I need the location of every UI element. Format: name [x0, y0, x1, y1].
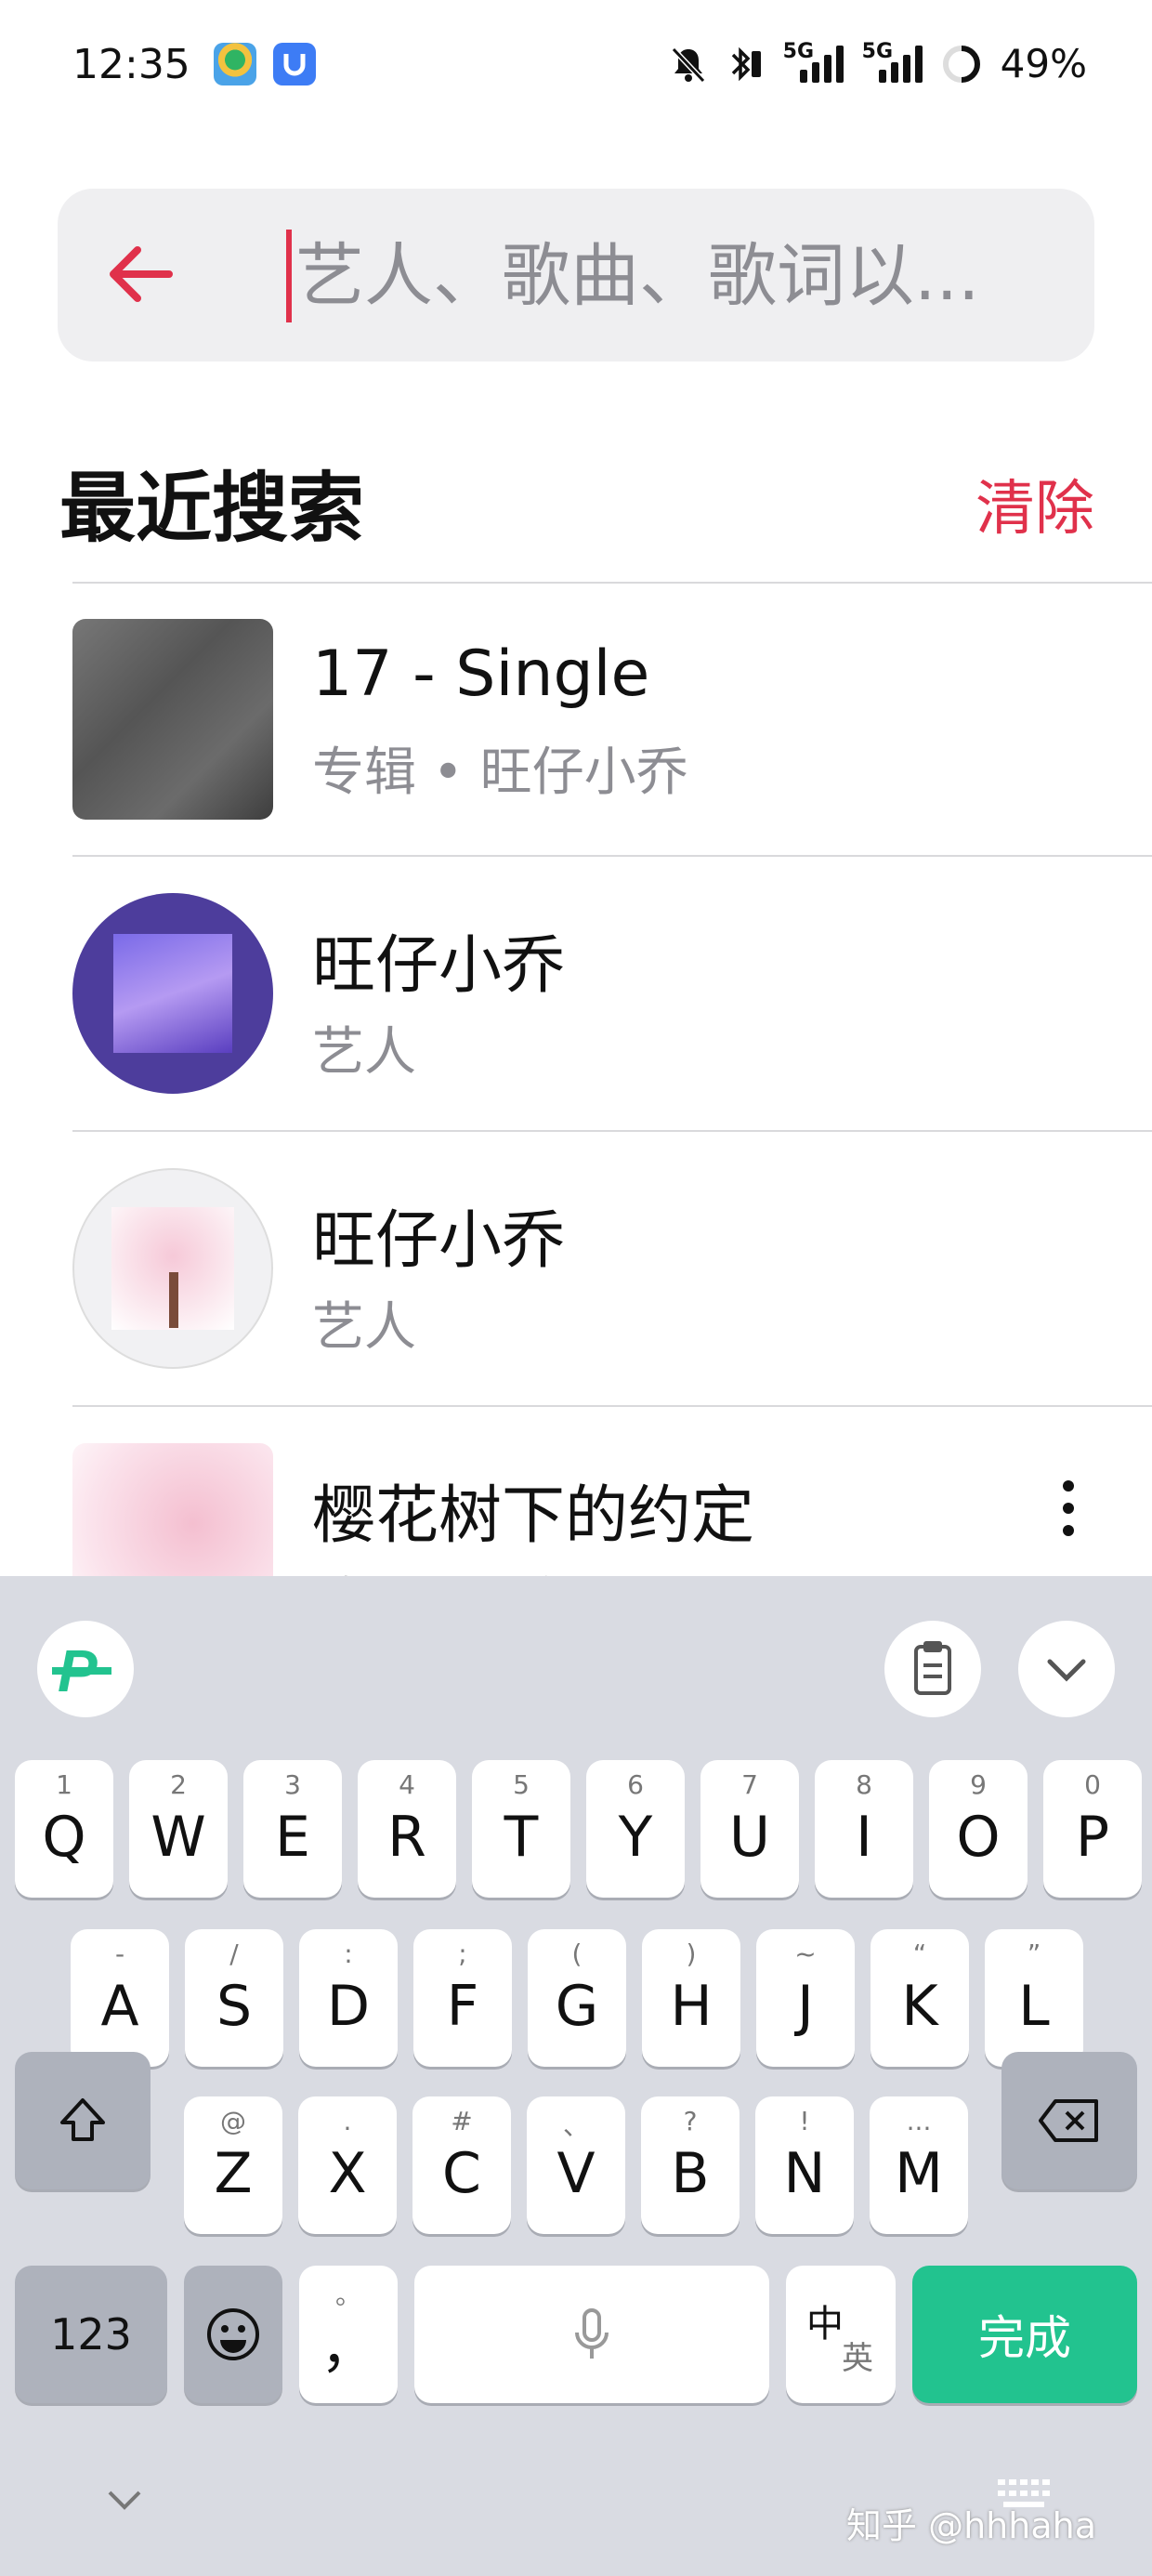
key-f[interactable]: ; F: [413, 1929, 512, 2067]
key-j[interactable]: ~ J: [756, 1929, 855, 2067]
recent-item-title: 旺仔小乔: [312, 929, 566, 1003]
key-l[interactable]: ” L: [985, 1929, 1083, 2067]
clipboard-icon[interactable]: [884, 1621, 981, 1717]
bluetooth-battery-icon: [731, 46, 761, 81]
mute-bell-icon: [671, 46, 705, 83]
ime-logo-icon[interactable]: P: [37, 1621, 134, 1717]
back-arrow-icon[interactable]: [104, 237, 178, 311]
microphone-icon: [575, 2308, 609, 2359]
key-w[interactable]: 2W: [129, 1760, 228, 1898]
key-g[interactable]: (G: [528, 1929, 626, 2067]
key-a[interactable]: -A: [71, 1929, 169, 2067]
key-k[interactable]: “K: [871, 1929, 969, 2067]
watermark: 知乎 @hhhaha: [846, 2505, 1096, 2546]
recent-item-subtitle: 艺人: [312, 1022, 416, 1083]
chevron-down-icon[interactable]: [104, 2485, 145, 2513]
key-o[interactable]: 9O: [929, 1760, 1028, 1898]
key-y[interactable]: 6Y: [586, 1760, 685, 1898]
numbers-key[interactable]: 123: [15, 2266, 167, 2403]
shift-key[interactable]: [15, 2052, 151, 2189]
space-key[interactable]: [414, 2266, 769, 2403]
key-s[interactable]: / S: [185, 1929, 283, 2067]
search-input-placeholder[interactable]: 艺人、歌曲、歌词以...: [295, 230, 980, 322]
emoji-key[interactable]: [184, 2266, 282, 2403]
key-m[interactable]: ... M: [870, 2096, 968, 2234]
key-i[interactable]: 8I: [815, 1760, 913, 1898]
key-u[interactable]: 7U: [700, 1760, 799, 1898]
key-d[interactable]: :D: [299, 1929, 398, 2067]
keyboard: P 1Q2W3E4R5T6Y7U8I9O0P - A / S: D; F(G) H ~ J “K”…: [0, 1576, 1152, 2576]
recent-item-subtitle: 艺人: [312, 1297, 416, 1358]
key-n[interactable]: ! N: [755, 2096, 854, 2234]
battery-percent: 49%: [1000, 41, 1087, 86]
recent-item-title: 17 - Single: [312, 637, 650, 711]
battery-ring-icon: [942, 45, 980, 83]
key-e[interactable]: 3E: [243, 1760, 342, 1898]
search-bar[interactable]: 艺人、歌曲、歌词以...: [58, 189, 1094, 361]
artist-avatar: [72, 893, 273, 1094]
done-button[interactable]: 完成: [912, 2266, 1137, 2403]
text-cursor: [286, 230, 292, 322]
recent-item-album[interactable]: 17 - Single 专辑 • 旺仔小乔: [0, 582, 1152, 856]
key-h[interactable]: ) H: [642, 1929, 740, 2067]
signal-5g-icon: 5G: [783, 40, 844, 83]
key-z[interactable]: @ Z: [184, 2096, 282, 2234]
recent-item-artist[interactable]: 旺仔小乔 艺人: [0, 856, 1152, 1130]
key-x[interactable]: .X: [298, 2096, 397, 2234]
shield-app-icon: [273, 43, 316, 85]
backspace-key[interactable]: [1001, 2052, 1137, 2189]
clear-button[interactable]: 清除: [975, 461, 1094, 546]
key-c[interactable]: # C: [412, 2096, 511, 2234]
key-t[interactable]: 5T: [472, 1760, 570, 1898]
album-artwork: [72, 619, 273, 820]
key-b[interactable]: ? B: [641, 2096, 740, 2234]
language-switch-key[interactable]: 中 英: [786, 2266, 896, 2403]
status-time: 12:35: [72, 41, 190, 88]
recent-searches-title: 最近搜索: [59, 465, 365, 553]
status-bar: 12:35 5G 5G 49%: [0, 0, 1152, 139]
key-r[interactable]: 4R: [358, 1760, 456, 1898]
app-notification-icon: [214, 43, 256, 85]
key-q[interactable]: 1Q: [15, 1760, 113, 1898]
recent-item-title: 旺仔小乔: [312, 1204, 566, 1278]
recent-item-title: 樱花树下的约定: [312, 1479, 755, 1553]
comma-key[interactable]: 。 ，: [299, 2266, 398, 2403]
key-p[interactable]: 0P: [1043, 1760, 1142, 1898]
key-v[interactable]: 、 V: [527, 2096, 625, 2234]
artist-avatar: [72, 1168, 273, 1369]
more-options-icon[interactable]: [1050, 1480, 1087, 1555]
recent-item-artist-2[interactable]: 旺仔小乔 艺人: [0, 1131, 1152, 1405]
recent-item-subtitle: 专辑 • 旺仔小乔: [312, 743, 688, 803]
signal-5g-icon-2: 5G: [862, 40, 923, 83]
collapse-keyboard-icon[interactable]: [1018, 1621, 1115, 1717]
